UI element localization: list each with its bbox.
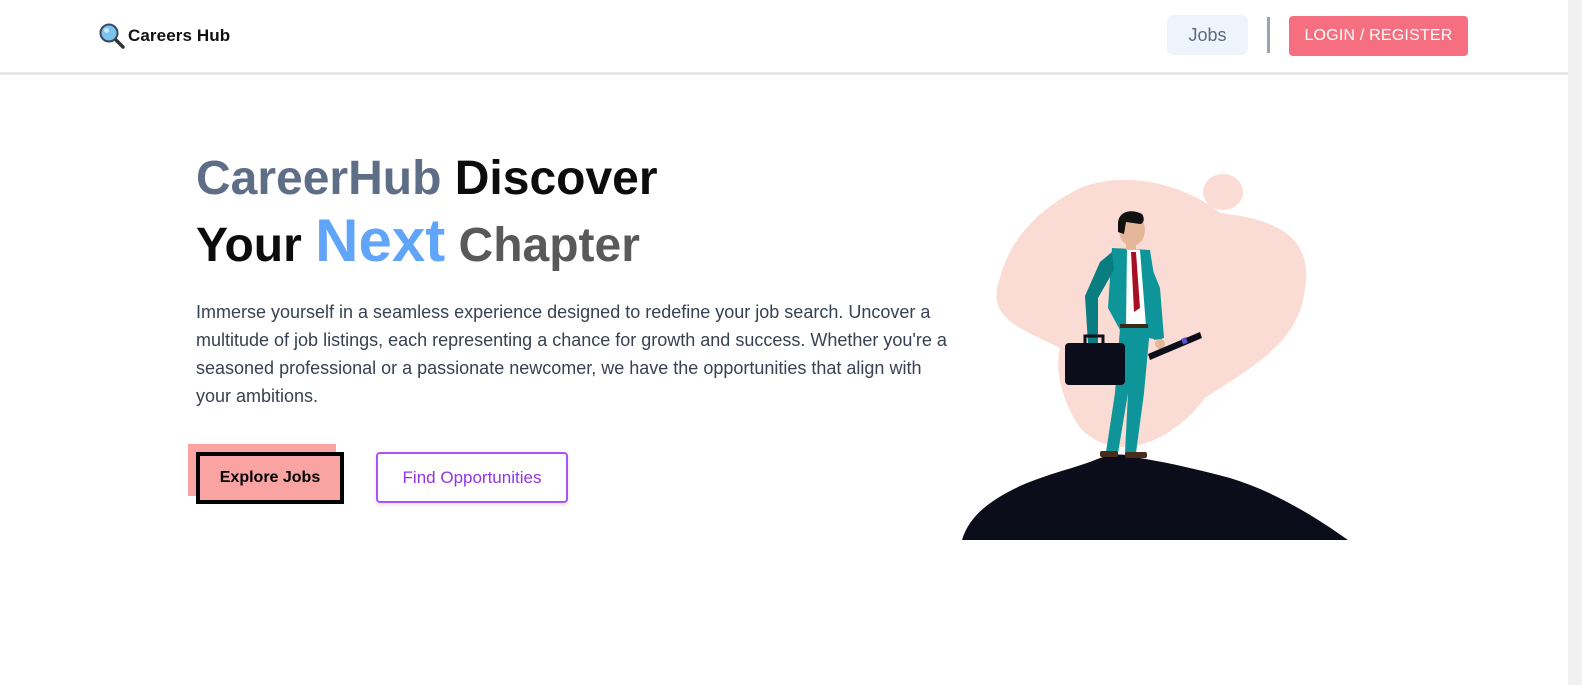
figure-belt bbox=[1120, 324, 1148, 328]
blob-dot-medium bbox=[1159, 384, 1187, 408]
hero-description: Immerse yourself in a seamless experienc… bbox=[196, 302, 947, 406]
explore-jobs-button-wrapper: Explore Jobs bbox=[188, 444, 344, 504]
login-register-button[interactable]: LOGIN / REGISTER bbox=[1289, 16, 1468, 56]
site-header: Careers Hub Jobs LOGIN / REGISTER bbox=[0, 0, 1568, 75]
blob-dot-small bbox=[1195, 379, 1209, 389]
logo-text: Careers Hub bbox=[128, 26, 231, 45]
magnifying-glass-icon bbox=[98, 22, 126, 50]
figure-shoe-right bbox=[1125, 452, 1147, 458]
explore-jobs-button[interactable]: Explore Jobs bbox=[196, 452, 344, 504]
title-word-next: Next bbox=[315, 207, 446, 274]
nav-divider bbox=[1267, 17, 1270, 53]
title-word-careerhub: CareerHub bbox=[196, 152, 442, 205]
figure-shoe-left bbox=[1100, 451, 1118, 457]
title-word-your: Your bbox=[196, 219, 302, 272]
title-word-discover: Discover bbox=[454, 152, 658, 205]
blob-dot-large bbox=[1203, 174, 1243, 210]
dark-hill bbox=[962, 454, 1348, 540]
logo[interactable]: Careers Hub bbox=[98, 22, 230, 50]
businessman-on-hill-illustration bbox=[960, 168, 1350, 540]
find-opportunities-button[interactable]: Find Opportunities bbox=[376, 452, 568, 503]
briefcase bbox=[1065, 343, 1125, 385]
page-scrollbar[interactable] bbox=[1568, 0, 1582, 685]
title-word-chapter: Chapter bbox=[458, 219, 640, 272]
hero-title: CareerHub Discover Your Next Chapter bbox=[196, 155, 658, 271]
nav-jobs-link[interactable]: Jobs bbox=[1167, 15, 1248, 55]
